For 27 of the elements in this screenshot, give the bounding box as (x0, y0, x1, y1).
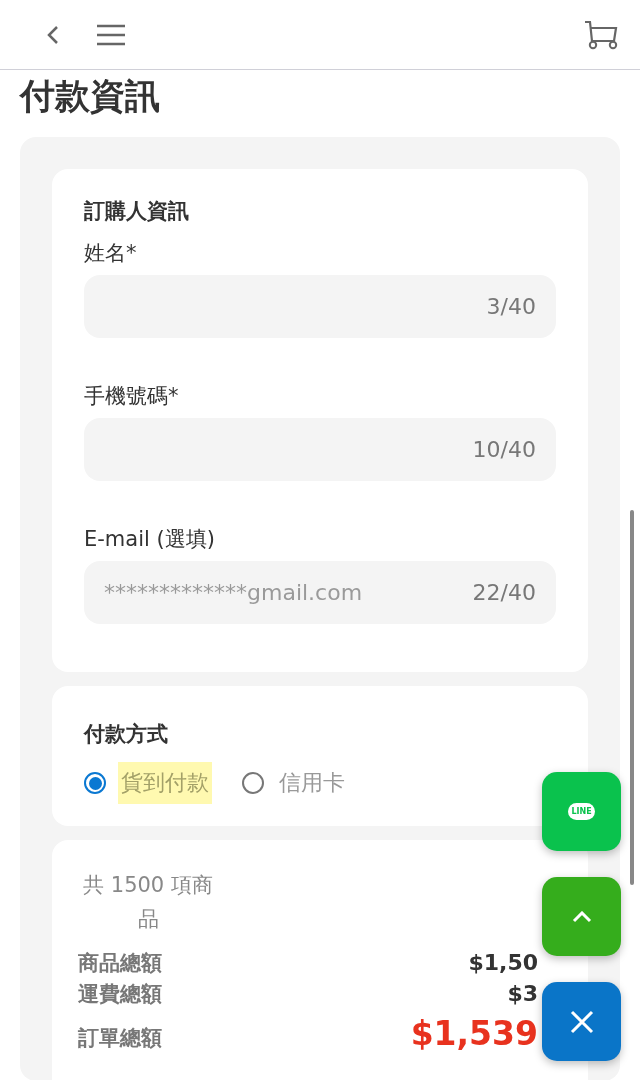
section-title: 付款方式 (84, 721, 168, 748)
character-counter: 22/40 (472, 579, 536, 607)
cart-icon[interactable] (584, 19, 618, 50)
summary-value: $3 (507, 981, 538, 1006)
character-counter: 10/40 (472, 436, 536, 464)
summary-label: 運費總額 (78, 981, 162, 1008)
menu-icon[interactable] (96, 23, 126, 46)
summary-value: $1,539 (410, 1014, 538, 1053)
summary-label: 訂單總額 (78, 1025, 162, 1052)
scroll-top-button[interactable] (542, 877, 621, 956)
summary-value: $1,50 (468, 950, 538, 975)
radio-button[interactable] (84, 772, 106, 794)
option-label[interactable]: 貨到付款 (118, 762, 212, 804)
field-label: E-mail (選填) (84, 526, 215, 553)
close-icon (569, 1009, 594, 1034)
summary-label: 商品總額 (78, 950, 162, 977)
character-counter: 3/40 (486, 293, 536, 321)
field-label: 手機號碼* (84, 383, 179, 410)
page-title: 付款資訊 (18, 75, 161, 118)
chevron-up-icon (571, 910, 592, 923)
section-title: 訂購人資訊 (84, 198, 189, 225)
item-count: 共 1500 項商品 (82, 872, 214, 933)
line-chat-button[interactable]: LINE (542, 772, 621, 851)
close-button[interactable] (542, 982, 621, 1061)
field-label: 姓名* (84, 240, 137, 267)
option-label[interactable]: 信用卡 (276, 762, 348, 804)
radio-button[interactable] (242, 772, 264, 794)
